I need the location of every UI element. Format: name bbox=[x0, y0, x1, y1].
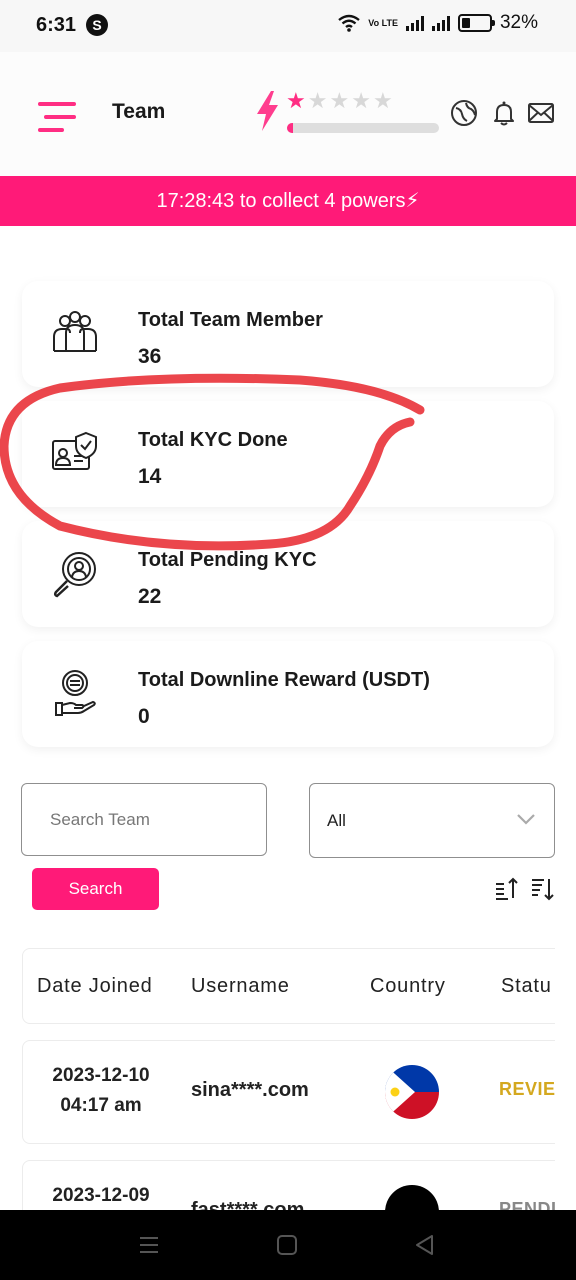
date-text: 2023-12-09 bbox=[52, 1185, 150, 1206]
wifi-icon bbox=[338, 14, 361, 32]
back-icon[interactable] bbox=[412, 1232, 438, 1258]
menu-button[interactable] bbox=[38, 102, 76, 134]
status-bar: 6:31 S Vo LTE 32% bbox=[0, 0, 576, 52]
menu-icon bbox=[38, 102, 76, 106]
team-table: Date Joined Username Country Statu 2023-… bbox=[22, 948, 555, 1210]
bolt-icon bbox=[257, 91, 278, 131]
filter-select-value: All bbox=[327, 811, 346, 830]
star-icon: ★ bbox=[329, 88, 350, 113]
power-progress-bar bbox=[287, 123, 439, 133]
column-header-status[interactable]: Statu bbox=[501, 975, 552, 998]
star-icon: ★ bbox=[372, 88, 393, 113]
chevron-down-icon bbox=[517, 814, 535, 825]
star-icon: ★ bbox=[286, 88, 306, 113]
date-text: 2023-12-10 bbox=[52, 1065, 150, 1086]
stat-value: 0 bbox=[138, 705, 150, 728]
search-team-input[interactable] bbox=[21, 783, 267, 856]
home-icon[interactable] bbox=[274, 1232, 300, 1258]
status-icons: Vo LTE 32% bbox=[338, 12, 538, 34]
volte-indicator: Vo LTE bbox=[368, 17, 398, 28]
mail-icon[interactable] bbox=[527, 99, 555, 127]
signal-icon-2 bbox=[431, 15, 450, 31]
menu-icon-line bbox=[38, 128, 64, 132]
coin-hand-icon bbox=[55, 670, 96, 716]
bell-icon[interactable] bbox=[490, 99, 518, 127]
star-icon: ★ bbox=[351, 88, 371, 113]
filter-select[interactable]: All bbox=[309, 783, 555, 858]
stat-card-downline-reward: Total Downline Reward (USDT) 0 bbox=[22, 641, 554, 747]
team-icon bbox=[53, 311, 97, 352]
battery-level: 32% bbox=[499, 12, 538, 33]
cell-date: 2023-12-10 04:17 am bbox=[23, 1061, 179, 1121]
cell-username: sina****.com bbox=[191, 1079, 309, 1101]
cell-status: REVIEW bbox=[499, 1079, 555, 1099]
app-header: Team ★ ★ ★ ★ ★ bbox=[0, 52, 576, 176]
table-header: Date Joined Username Country Statu bbox=[22, 948, 555, 1024]
column-header-date[interactable]: Date Joined bbox=[37, 975, 153, 998]
star-icon: ★ bbox=[307, 88, 328, 113]
philippines-flag-icon bbox=[385, 1065, 439, 1119]
annotation-circle bbox=[0, 373, 425, 551]
cell-status: PENDIN bbox=[499, 1199, 555, 1210]
power-progress-fill bbox=[287, 123, 294, 133]
black-flag-icon bbox=[385, 1185, 439, 1210]
sort-ascending-icon[interactable] bbox=[494, 876, 520, 902]
cell-username: fast****.com bbox=[191, 1199, 305, 1210]
power-timer-banner: 17:28:43 to collect 4 powers⚡ bbox=[0, 176, 576, 226]
globe-icon[interactable] bbox=[450, 99, 478, 127]
search-user-icon bbox=[53, 552, 96, 598]
page-title: Team bbox=[112, 100, 166, 123]
system-nav-bar bbox=[0, 1210, 576, 1280]
menu-icon-line bbox=[44, 115, 76, 119]
time-text: 04:17 am bbox=[60, 1095, 142, 1116]
sort-descending-icon[interactable] bbox=[530, 876, 556, 902]
main-content: Total Team Member 36 Total KYC Done 14 T… bbox=[0, 226, 576, 1210]
stat-label: Total Downline Reward (USDT) bbox=[138, 669, 430, 691]
cell-date: 2023-12-09 bbox=[23, 1181, 179, 1210]
clock: 6:31 bbox=[36, 14, 77, 36]
recent-apps-icon[interactable] bbox=[136, 1232, 162, 1258]
table-row[interactable]: 2023-12-10 04:17 am sina****.com REVIEW bbox=[22, 1040, 555, 1144]
column-header-username[interactable]: Username bbox=[191, 975, 290, 998]
app-notification-icon: S bbox=[86, 14, 108, 36]
stat-label: Total Team Member bbox=[138, 309, 323, 331]
table-row[interactable]: 2023-12-09 fast****.com PENDIN bbox=[22, 1160, 555, 1210]
signal-icon bbox=[405, 15, 424, 31]
battery-icon bbox=[457, 14, 495, 32]
column-header-country[interactable]: Country bbox=[370, 975, 446, 998]
search-button[interactable]: Search bbox=[32, 868, 159, 910]
power-rating: ★ ★ ★ ★ ★ bbox=[286, 90, 393, 112]
stat-value: 22 bbox=[138, 585, 162, 608]
